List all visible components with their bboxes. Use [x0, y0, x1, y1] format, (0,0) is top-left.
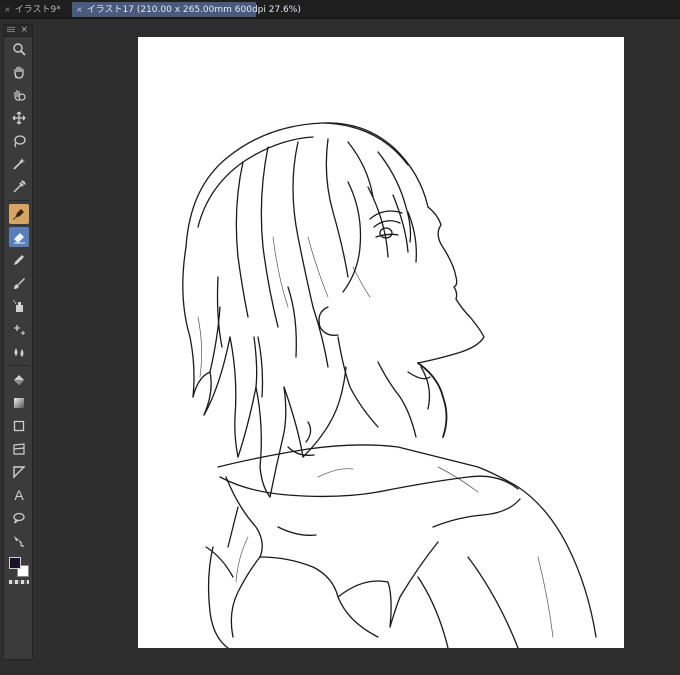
blend-tool[interactable] — [9, 342, 29, 362]
decoration-icon — [14, 325, 25, 335]
tab-close-icon[interactable]: × — [76, 5, 83, 14]
correct-line-icon — [14, 536, 24, 547]
move-layer-icon — [12, 111, 26, 125]
airbrush-icon — [13, 300, 23, 312]
balloon-icon — [13, 512, 25, 524]
tab-label: イラスト9* — [14, 5, 61, 15]
workspace: × A — [0, 19, 680, 675]
tool-palette: × A — [3, 24, 33, 660]
decoration-tool[interactable] — [9, 319, 29, 339]
brush-tool[interactable] — [9, 273, 29, 293]
balloon-tool[interactable] — [9, 508, 29, 528]
pen-tool[interactable] — [9, 204, 29, 224]
palette-menu-icon[interactable] — [7, 27, 15, 33]
pencil-tool[interactable] — [9, 250, 29, 270]
pencil-icon — [14, 255, 24, 265]
transparent-color-swatch[interactable] — [9, 580, 29, 584]
eyedropper-tool[interactable] — [9, 177, 29, 197]
eraser-icon — [14, 233, 25, 244]
palette-close-icon[interactable]: × — [20, 24, 28, 36]
eraser-tool[interactable] — [9, 227, 29, 247]
tool-separator — [8, 365, 30, 366]
correct-line-tool[interactable] — [9, 531, 29, 551]
tool-separator — [8, 200, 30, 201]
main-color-swatch[interactable] — [9, 557, 21, 569]
frame-border-tool[interactable] — [9, 439, 29, 459]
frame-border-icon — [13, 443, 25, 455]
blend-icon — [14, 348, 24, 357]
tab-illust9[interactable]: × イラスト9* — [0, 2, 70, 17]
auto-select-tool[interactable] — [9, 154, 29, 174]
fill-bucket-icon — [14, 375, 24, 385]
hand-icon — [14, 66, 24, 79]
zoom-tool[interactable] — [9, 39, 29, 59]
document-tab-bar: × イラスト9* × イラスト17 (210.00 x 265.00mm 600dp… — [0, 0, 680, 19]
move-layer-tool[interactable] — [9, 108, 29, 128]
fill-tool[interactable] — [9, 370, 29, 390]
lasso-selection-tool[interactable] — [9, 131, 29, 151]
pen-icon — [13, 209, 24, 220]
hand-tool[interactable] — [9, 62, 29, 82]
brush-icon — [14, 278, 25, 289]
tab-close-icon[interactable]: × — [4, 5, 11, 14]
drawing-canvas[interactable] — [138, 37, 624, 648]
rotate-view-icon — [14, 90, 26, 101]
airbrush-tool[interactable] — [9, 296, 29, 316]
ruler-tool[interactable] — [9, 462, 29, 482]
text-icon: A — [14, 487, 24, 503]
tab-label: イラスト17 (210.00 x 265.00mm 600dpi 27.6%) — [86, 5, 301, 15]
rotate-view-tool[interactable] — [9, 85, 29, 105]
tool-palette-header[interactable]: × — [4, 25, 32, 37]
eyedropper-icon — [13, 180, 26, 193]
zoom-icon — [13, 43, 26, 56]
figure-tool[interactable] — [9, 416, 29, 436]
color-swatches — [8, 557, 32, 587]
gradient-icon — [14, 398, 24, 408]
line-art-drawing — [182, 122, 597, 648]
rectangle-figure-icon — [13, 420, 25, 432]
text-tool[interactable]: A — [9, 485, 29, 505]
gradient-tool[interactable] — [9, 393, 29, 413]
lasso-selection-icon — [14, 135, 26, 148]
ruler-icon — [13, 466, 26, 479]
tab-illust17-active[interactable]: × イラスト17 (210.00 x 265.00mm 600dpi 27.6%) — [72, 2, 301, 17]
magic-wand-icon — [13, 158, 25, 170]
